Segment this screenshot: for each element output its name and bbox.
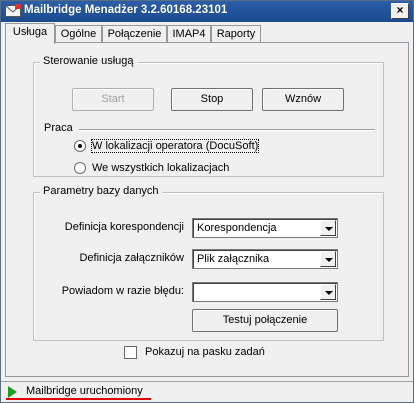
group-title: Sterowanie usługą: [40, 55, 137, 67]
work-section-label: Praca: [44, 122, 73, 134]
attachments-definition-label: Definicja załączników: [79, 252, 184, 264]
tab-label: Usługa: [12, 26, 48, 38]
radio-all-locations[interactable]: [74, 162, 86, 174]
app-window: Mailbridge Menadżer 3.2.60168.23101 × Us…: [0, 0, 414, 403]
tab-polaczenie[interactable]: Połączenie: [102, 25, 167, 43]
divider: [79, 129, 375, 131]
tab-raporty[interactable]: Raporty: [211, 25, 261, 43]
tab-label: Ogólne: [60, 28, 97, 40]
radio-label-operator-location[interactable]: W lokalizacji operatora (DocuSoft): [90, 139, 260, 153]
service-control-group: Sterowanie usługą Start Stop Wznów Praca…: [33, 55, 384, 177]
tab-usluga[interactable]: Usługa: [5, 23, 55, 44]
group-title: Parametry bazy danych: [40, 185, 162, 197]
chevron-down-icon[interactable]: [320, 251, 336, 267]
button-label: Stop: [200, 93, 224, 105]
title-bar[interactable]: Mailbridge Menadżer 3.2.60168.23101 ×: [1, 1, 413, 22]
button-label: Start: [101, 93, 125, 105]
play-icon: [8, 386, 17, 398]
attachments-definition-select[interactable]: Plik załącznika: [192, 249, 338, 269]
status-text: Mailbridge uruchomiony: [26, 385, 143, 397]
stop-button[interactable]: Stop: [171, 88, 253, 111]
tab-imap4[interactable]: IMAP4: [167, 25, 211, 43]
status-bar: Mailbridge uruchomiony: [1, 381, 413, 402]
correspondence-definition-label: Definicja korespondencji: [64, 221, 184, 233]
test-connection-button[interactable]: Testuj połączenie: [192, 309, 338, 332]
close-icon: ×: [396, 3, 404, 17]
db-params-group: Parametry bazy danych Definicja korespon…: [33, 185, 384, 341]
show-in-taskbar-checkbox[interactable]: [124, 346, 137, 359]
button-label: Testuj połączenie: [222, 314, 308, 326]
button-label: Wznów: [284, 93, 322, 105]
start-button[interactable]: Start: [72, 88, 154, 111]
correspondence-definition-select[interactable]: Korespondencja: [192, 218, 338, 238]
tab-ogolne[interactable]: Ogólne: [55, 25, 102, 43]
select-value: Korespondencja: [197, 222, 277, 234]
radio-selected-dot: [78, 144, 82, 148]
status-underline: [6, 398, 151, 400]
select-value: Plik załącznika: [197, 253, 270, 265]
mail-envelope-icon: [5, 4, 21, 17]
tab-label: Połączenie: [107, 28, 162, 40]
close-button[interactable]: ×: [391, 3, 409, 19]
show-in-taskbar-label[interactable]: Pokazuj na pasku zadań: [145, 346, 265, 358]
tab-panel-usluga: Sterowanie usługą Start Stop Wznów Praca…: [5, 42, 409, 377]
tab-label: IMAP4: [172, 28, 206, 40]
notify-on-error-label: Powiadom w razie błędu:: [61, 285, 184, 297]
radio-operator-location[interactable]: [74, 140, 86, 152]
resume-button[interactable]: Wznów: [262, 88, 344, 111]
chevron-down-icon[interactable]: [320, 284, 336, 300]
chevron-down-icon[interactable]: [320, 220, 336, 236]
tab-label: Raporty: [216, 28, 256, 40]
notify-on-error-select[interactable]: [192, 282, 338, 302]
radio-label-all-locations[interactable]: We wszystkich lokalizacjach: [92, 162, 229, 174]
window-title: Mailbridge Menadżer 3.2.60168.23101: [24, 4, 228, 16]
